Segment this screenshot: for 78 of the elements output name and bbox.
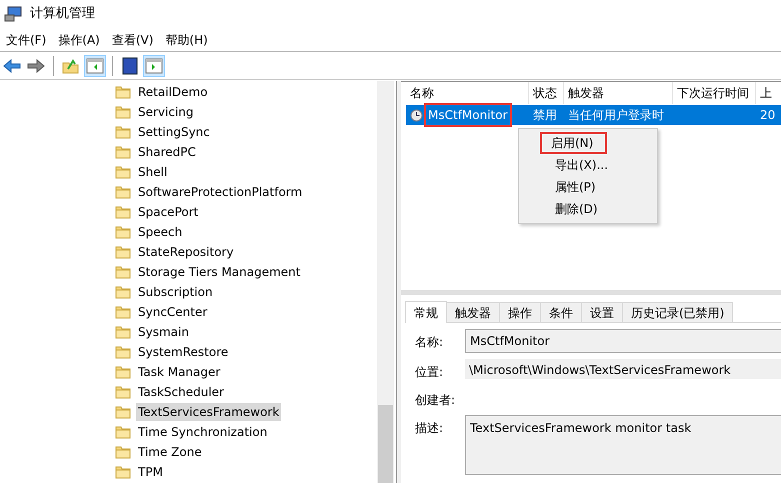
folder-icon	[115, 325, 131, 339]
tree-item[interactable]: SoftwareProtectionPlatform	[136, 183, 304, 201]
tree-item[interactable]: Subscription	[136, 283, 215, 301]
tab[interactable]: 设置	[581, 302, 623, 322]
tree-item[interactable]: TextServicesFramework	[136, 403, 282, 421]
tree-item[interactable]: RetailDemo	[136, 83, 210, 101]
computer-icon	[4, 6, 22, 22]
tree-item[interactable]: SyncCenter	[136, 303, 210, 321]
menu-item[interactable]: 帮助(H)	[159, 30, 214, 48]
folder-icon	[115, 165, 131, 179]
window-title: 计算机管理	[30, 5, 95, 24]
folder-icon	[115, 265, 131, 279]
menu-item[interactable]: 启用(N)	[540, 132, 608, 154]
tab[interactable]: 触发器	[446, 302, 500, 322]
tree-item[interactable]: Sysmain	[136, 323, 191, 341]
folder-icon	[115, 185, 131, 199]
folder-icon	[115, 85, 131, 99]
tree-item[interactable]: SystemRestore	[136, 343, 230, 361]
tree-item[interactable]: SpacePort	[136, 203, 200, 221]
tree-item[interactable]: TaskScheduler	[136, 383, 226, 401]
console-tree-icon[interactable]	[84, 54, 106, 76]
menu-item[interactable]: 导出(X)...	[552, 156, 612, 174]
menu-item[interactable]: 删除(D)	[552, 200, 601, 218]
description-field[interactable]: TextServicesFramework monitor task	[465, 415, 781, 475]
folder-icon	[115, 205, 131, 219]
folder-icon	[115, 445, 131, 459]
column-header[interactable]: 状态	[529, 82, 564, 104]
tree-item[interactable]: TPM	[136, 463, 165, 481]
folder-icon	[115, 125, 131, 139]
folder-icon	[115, 245, 131, 259]
tree-item[interactable]: Speech	[136, 223, 184, 241]
scroll-thumb[interactable]	[378, 405, 393, 483]
selected-row-background[interactable]: MsCtfMonitor 禁用 当任何用户登录时 20	[406, 105, 781, 125]
table-cell: MsCtfMonitor	[424, 103, 512, 127]
folder-icon	[115, 365, 131, 379]
table-cell-text: 20	[760, 107, 776, 124]
location-value: \Microsoft\Windows\TextServicesFramework	[465, 359, 781, 379]
input-field[interactable]: MsCtfMonitor	[465, 329, 781, 353]
folder-icon	[115, 345, 131, 359]
folder-icon	[115, 465, 131, 479]
tree-item[interactable]: Servicing	[136, 103, 196, 121]
tree-item[interactable]: Time Synchronization	[136, 423, 270, 441]
tab[interactable]: 条件	[540, 302, 582, 322]
table-cell-text: 当任何用户登录时	[568, 107, 664, 124]
tab[interactable]: 历史记录(已禁用)	[622, 302, 734, 322]
menu-item[interactable]: 查看(V)	[106, 30, 160, 48]
scrollbar[interactable]	[377, 81, 394, 483]
field-label: 创建者:	[414, 392, 456, 409]
table-cell-text: 禁用	[533, 107, 557, 124]
tab[interactable]: 常规	[405, 301, 447, 323]
column-header[interactable]: 名称	[406, 82, 529, 104]
column-header[interactable]: 下次运行时间	[673, 82, 756, 104]
column-header[interactable]: 上	[756, 82, 781, 104]
folder-icon	[115, 105, 131, 119]
tree-item[interactable]: SharedPC	[136, 143, 198, 161]
menu-item[interactable]: 操作(A)	[52, 30, 106, 48]
tree-item[interactable]: Storage Tiers Management	[136, 263, 302, 281]
action-pane-icon[interactable]	[143, 54, 165, 76]
field-label: 名称:	[414, 334, 444, 351]
folder-icon	[115, 225, 131, 239]
tree-item[interactable]: Shell	[136, 163, 170, 181]
tab[interactable]: 操作	[499, 302, 541, 322]
tree-item[interactable]: Time Zone	[136, 443, 204, 461]
menu-item[interactable]: 属性(P)	[552, 178, 599, 196]
tree-item[interactable]: StateRepository	[136, 243, 236, 261]
clock-icon	[410, 108, 423, 122]
folder-icon	[115, 405, 131, 419]
field-label: 位置:	[414, 364, 444, 381]
field-label: 描述:	[414, 420, 444, 437]
folder-icon	[115, 425, 131, 439]
folder-icon	[115, 285, 131, 299]
column-header[interactable]: 触发器	[564, 82, 673, 104]
folder-icon	[115, 385, 131, 399]
tree-item[interactable]: Task Manager	[136, 363, 222, 381]
menu-item[interactable]: 文件(F)	[0, 30, 52, 48]
folder-icon	[115, 145, 131, 159]
tree-item[interactable]: SettingSync	[136, 123, 212, 141]
folder-icon	[115, 305, 131, 319]
